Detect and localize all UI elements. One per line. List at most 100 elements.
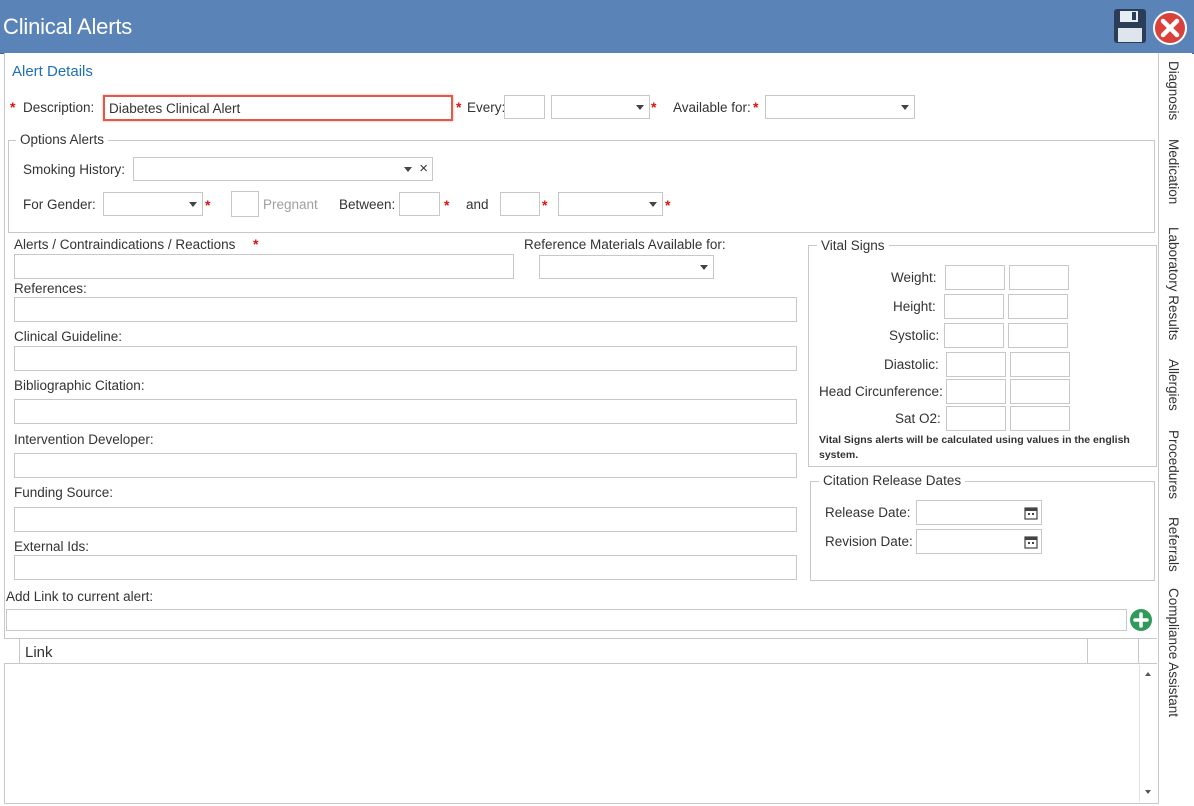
- height-input-2[interactable]: [1008, 294, 1068, 319]
- tab-allergies[interactable]: Allergies: [1166, 359, 1181, 411]
- side-tabs: Diagnosis Medication Laboratory Results …: [1159, 53, 1192, 806]
- bibliographic-label: Bibliographic Citation:: [14, 378, 145, 393]
- release-date-input[interactable]: [916, 500, 1042, 525]
- sat-o2-input-1[interactable]: [946, 406, 1006, 431]
- systolic-input-2[interactable]: [1008, 323, 1068, 348]
- height-input-1[interactable]: [944, 294, 1004, 319]
- tab-laboratory-results[interactable]: Laboratory Results: [1166, 227, 1181, 340]
- title-bar: Clinical Alerts: [0, 0, 1194, 54]
- funding-input[interactable]: [14, 507, 797, 532]
- every-unit-dropdown[interactable]: [551, 95, 650, 119]
- weight-label: Weight:: [891, 270, 937, 285]
- required-marker: *: [651, 99, 657, 115]
- smoking-history-label: Smoking History:: [23, 162, 126, 177]
- diastolic-label: Diastolic:: [884, 357, 939, 372]
- every-input[interactable]: [504, 95, 545, 119]
- release-date-label: Release Date:: [825, 505, 911, 520]
- alerts-input[interactable]: [14, 254, 514, 279]
- tab-referrals[interactable]: Referrals: [1166, 517, 1181, 572]
- pregnant-label: Pregnant: [263, 197, 318, 212]
- references-input[interactable]: [14, 297, 797, 322]
- grid-column-link[interactable]: Link: [20, 639, 1088, 663]
- section-title: Alert Details: [12, 63, 93, 80]
- required-marker: *: [542, 197, 548, 213]
- age-from-input[interactable]: [399, 192, 440, 216]
- window-title: Clinical Alerts: [3, 14, 133, 39]
- grid-indent-cell: [4, 639, 20, 663]
- grid-scrollbar[interactable]: [1139, 665, 1156, 802]
- calendar-icon[interactable]: [1024, 506, 1038, 523]
- clinical-guideline-input[interactable]: [14, 346, 797, 371]
- description-input[interactable]: Diabetes Clinical Alert: [103, 95, 453, 121]
- head-circumference-input-2[interactable]: [1010, 379, 1070, 404]
- and-label: and: [466, 197, 489, 212]
- systolic-label: Systolic:: [889, 328, 940, 343]
- age-to-input[interactable]: [500, 192, 540, 216]
- intervention-label: Intervention Developer:: [14, 432, 154, 447]
- vital-signs-legend: Vital Signs: [817, 238, 889, 253]
- bibliographic-input[interactable]: [14, 399, 797, 424]
- required-marker: *: [253, 236, 259, 252]
- available-for-label: Available for:: [673, 100, 751, 115]
- between-label: Between:: [339, 197, 396, 212]
- pregnant-checkbox[interactable]: [231, 191, 259, 217]
- tab-diagnosis[interactable]: Diagnosis: [1166, 61, 1181, 120]
- required-marker: *: [753, 99, 759, 115]
- gender-dropdown[interactable]: [103, 192, 203, 216]
- tab-procedures[interactable]: Procedures: [1166, 430, 1181, 499]
- required-marker: *: [10, 99, 16, 115]
- weight-input-2[interactable]: [1009, 265, 1069, 290]
- clear-icon[interactable]: ×: [419, 160, 428, 177]
- systolic-input-1[interactable]: [944, 323, 1004, 348]
- height-label: Height:: [893, 299, 936, 314]
- head-circumference-label: Head Circunference:: [819, 384, 943, 399]
- floppy-disk-icon[interactable]: [1113, 8, 1147, 44]
- ref-materials-dropdown[interactable]: [539, 255, 714, 279]
- calendar-icon[interactable]: [1024, 535, 1038, 552]
- clinical-guideline-label: Clinical Guideline:: [14, 329, 123, 344]
- diastolic-input-1[interactable]: [946, 352, 1006, 377]
- chevron-down-icon: [649, 202, 657, 207]
- options-alerts-group: [8, 140, 1155, 233]
- close-x-icon[interactable]: [1152, 10, 1188, 46]
- citation-dates-legend: Citation Release Dates: [819, 473, 966, 488]
- description-label: Description:: [23, 100, 95, 115]
- add-link-plus-icon[interactable]: [1129, 608, 1153, 632]
- required-marker: *: [205, 197, 211, 213]
- required-marker: *: [665, 197, 671, 213]
- every-label: Every:: [467, 100, 506, 115]
- grid-column-link-label: Link: [25, 644, 53, 661]
- sat-o2-label: Sat O2:: [895, 411, 941, 426]
- tab-compliance-assistant[interactable]: Compliance Assistant: [1166, 588, 1181, 717]
- revision-date-label: Revision Date:: [825, 534, 913, 549]
- intervention-input[interactable]: [14, 453, 797, 478]
- sat-o2-input-2[interactable]: [1010, 406, 1070, 431]
- description-value: Diabetes Clinical Alert: [109, 101, 241, 116]
- required-marker: *: [444, 197, 450, 213]
- head-circumference-input-1[interactable]: [946, 379, 1006, 404]
- vital-signs-note: Vital Signs alerts will be calculated us…: [819, 434, 1130, 461]
- chevron-down-icon: [189, 202, 197, 207]
- required-marker: *: [456, 99, 462, 115]
- available-for-dropdown[interactable]: [765, 95, 915, 119]
- age-unit-dropdown[interactable]: [558, 192, 663, 216]
- chevron-down-icon: [404, 167, 412, 172]
- add-link-label: Add Link to current alert:: [6, 589, 154, 604]
- grid-empty-cell: [1088, 639, 1139, 663]
- references-label: References:: [14, 281, 87, 296]
- external-ids-label: External Ids:: [14, 539, 90, 554]
- chevron-down-icon: [636, 105, 644, 110]
- grid-body: [5, 665, 1139, 802]
- options-alerts-legend: Options Alerts: [16, 132, 109, 147]
- weight-input-1[interactable]: [945, 265, 1005, 290]
- external-ids-input[interactable]: [14, 555, 797, 580]
- alerts-label: Alerts / Contraindications / Reactions: [14, 237, 236, 252]
- add-link-input[interactable]: [6, 609, 1127, 631]
- tab-medication[interactable]: Medication: [1166, 139, 1181, 204]
- revision-date-input[interactable]: [916, 529, 1042, 554]
- link-grid-header: Link: [4, 638, 1157, 664]
- chevron-down-icon: [901, 105, 909, 110]
- funding-label: Funding Source:: [14, 485, 114, 500]
- smoking-history-dropdown[interactable]: ×: [133, 157, 433, 181]
- diastolic-input-2[interactable]: [1010, 352, 1070, 377]
